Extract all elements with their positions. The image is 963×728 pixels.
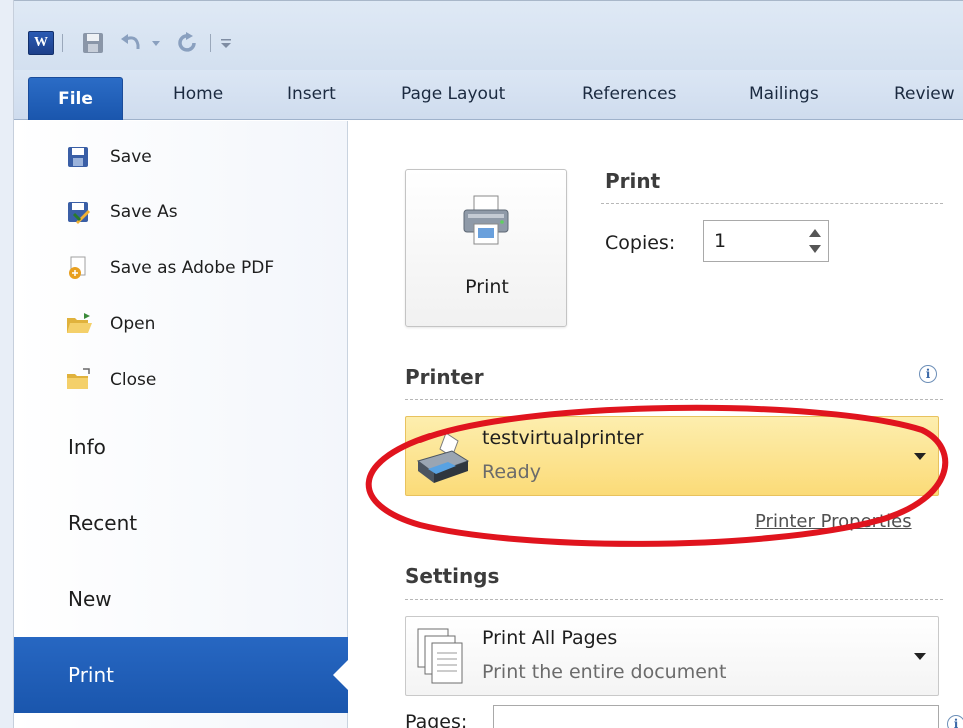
print-button[interactable]: Print [405, 169, 567, 327]
selected-tab-notch [333, 659, 349, 691]
section-divider [601, 203, 943, 204]
nav-tab-print[interactable]: Print [14, 637, 349, 713]
tab-references[interactable]: References [582, 79, 676, 109]
nav-save[interactable]: Save [14, 137, 348, 177]
adobe-pdf-icon [66, 256, 90, 280]
printer-properties-link[interactable]: Printer Properties [755, 511, 912, 532]
copies-label: Copies: [605, 232, 676, 254]
section-divider [405, 599, 943, 600]
undo-icon[interactable] [118, 31, 146, 55]
save-as-icon [66, 200, 90, 224]
redo-icon[interactable] [174, 31, 202, 55]
spin-down-icon[interactable] [809, 245, 821, 253]
close-folder-icon [66, 368, 90, 392]
tab-insert[interactable]: Insert [287, 79, 336, 109]
pages-input[interactable] [493, 705, 939, 728]
pages-label: Pages: [405, 711, 468, 728]
printer-section-title: Printer [405, 365, 484, 389]
nav-save-label: Save [110, 147, 152, 167]
chevron-down-icon [914, 453, 926, 460]
tab-page-layout[interactable]: Page Layout [401, 79, 505, 109]
nav-tab-recent-label: Recent [68, 511, 138, 535]
settings-section-title: Settings [405, 564, 500, 588]
nav-save-as-pdf-label: Save as Adobe PDF [110, 258, 275, 278]
tab-mailings[interactable]: Mailings [749, 79, 819, 109]
copies-spin-buttons[interactable] [802, 221, 828, 261]
word-app-icon[interactable]: W [28, 31, 54, 55]
pages-stack-icon [416, 627, 468, 687]
printer-device-icon [412, 431, 472, 487]
nav-open[interactable]: Open [14, 304, 348, 344]
print-range-title: Print All Pages [482, 627, 618, 649]
printer-name: testvirtualprinter [482, 427, 644, 449]
nav-tab-info[interactable]: Info [14, 417, 348, 477]
save-icon[interactable] [80, 31, 106, 55]
section-divider [405, 399, 943, 400]
tab-file[interactable]: File [28, 77, 123, 120]
info-icon[interactable]: i [947, 715, 963, 728]
save-icon [66, 145, 90, 169]
spin-up-icon[interactable] [809, 229, 821, 237]
toolbar-separator [62, 34, 63, 52]
nav-tab-new-label: New [68, 587, 112, 611]
print-range-dropdown[interactable]: Print All Pages Print the entire documen… [405, 616, 939, 696]
tab-review[interactable]: Review [894, 79, 955, 109]
tab-home[interactable]: Home [173, 79, 223, 109]
ribbon-tab-bar: File Home Insert Page Layout References … [14, 70, 963, 120]
copies-value: 1 [714, 230, 727, 252]
copies-stepper[interactable]: 1 [703, 220, 829, 262]
backstage-nav: Save Save As Save as Adobe PDF Open Clos… [14, 121, 349, 728]
nav-tab-recent[interactable]: Recent [14, 493, 348, 553]
quick-access-toolbar: W [14, 0, 963, 70]
print-button-label: Print [465, 276, 509, 298]
print-section-title: Print [605, 169, 661, 193]
toolbar-separator [210, 34, 211, 52]
window-frame [0, 0, 14, 728]
nav-save-as-pdf[interactable]: Save as Adobe PDF [14, 248, 348, 288]
nav-save-as-label: Save As [110, 202, 178, 222]
nav-close-label: Close [110, 370, 157, 390]
nav-tab-info-label: Info [68, 435, 106, 459]
nav-tab-new[interactable]: New [14, 569, 348, 629]
print-panel: Print Print Copies: 1 Printer i testvirt… [349, 121, 963, 728]
open-folder-icon [66, 312, 92, 336]
customize-toolbar-icon[interactable] [218, 31, 234, 55]
printer-icon [458, 192, 514, 248]
printer-dropdown[interactable]: testvirtualprinter Ready [405, 416, 939, 496]
nav-tab-print-label: Print [68, 663, 115, 687]
nav-save-as[interactable]: Save As [14, 192, 348, 232]
nav-open-label: Open [110, 314, 156, 334]
undo-dropdown-icon[interactable] [150, 31, 162, 55]
printer-status: Ready [482, 461, 541, 483]
nav-close[interactable]: Close [14, 360, 348, 400]
info-icon[interactable]: i [919, 365, 937, 383]
chevron-down-icon [914, 653, 926, 660]
print-range-subtitle: Print the entire document [482, 661, 727, 683]
